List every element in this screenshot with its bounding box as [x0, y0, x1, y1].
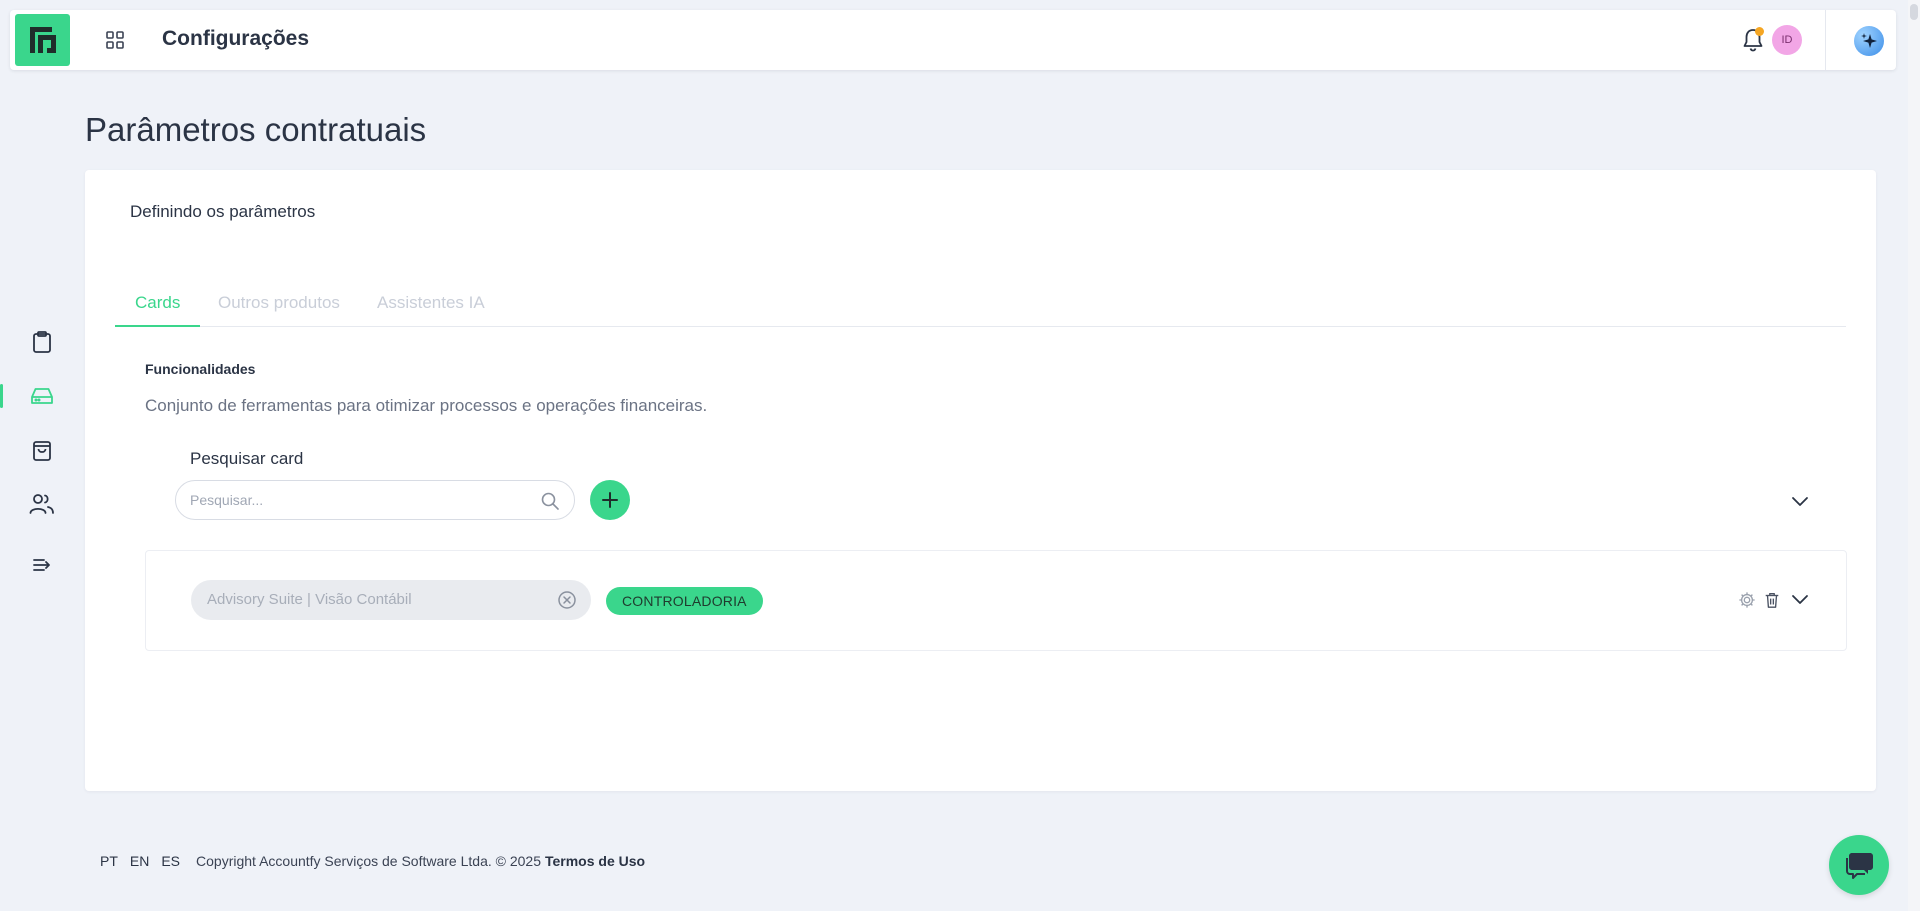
grid-icon [106, 31, 124, 49]
users-icon [29, 494, 54, 514]
sparkle-icon [1861, 33, 1877, 48]
clear-icon[interactable] [557, 590, 577, 610]
add-card-button[interactable] [590, 480, 630, 520]
section-label: Funcionalidades [145, 361, 256, 377]
search-icon[interactable] [540, 491, 560, 511]
plus-icon [602, 492, 618, 508]
sidebar-active-indicator [0, 384, 3, 408]
scrollbar[interactable] [1908, 0, 1920, 911]
search-label: Pesquisar card [190, 449, 304, 468]
sidebar-item-products[interactable] [24, 432, 60, 468]
logo-icon [29, 27, 56, 53]
terms-link[interactable]: Termos de Uso [545, 853, 645, 869]
top-bar: Configurações ID [10, 10, 1896, 70]
search-input[interactable] [190, 490, 520, 510]
search-field[interactable] [175, 480, 575, 520]
expand-menu-icon [33, 559, 50, 571]
card-name-field[interactable]: Advisory Suite | Visão Contábil [191, 580, 591, 620]
apps-grid-button[interactable] [104, 29, 126, 51]
sidebar-item-parameters[interactable] [24, 378, 60, 414]
category-tag: CONTROLADORIA [606, 587, 763, 615]
card-name: Advisory Suite | Visão Contábil [207, 591, 412, 608]
gear-icon[interactable] [1738, 591, 1756, 609]
language-pt[interactable]: PT [100, 853, 118, 869]
app-section-title: Configurações [162, 27, 310, 50]
chevron-down-icon[interactable] [1789, 490, 1811, 512]
clipboard-icon [33, 331, 51, 353]
shopping-bag-icon [33, 441, 51, 461]
page-title: Parâmetros contratuais [85, 111, 427, 148]
sidebar-item-contracts[interactable] [24, 324, 60, 360]
tab-outros-produtos[interactable]: Outros produtos [198, 285, 360, 327]
footer: PT EN ES Copyright Accountfy Serviços de… [100, 853, 645, 869]
inbox-icon [31, 388, 53, 404]
list-item: Advisory Suite | Visão Contábil CONTROLA… [145, 550, 1847, 651]
trash-icon[interactable] [1763, 591, 1781, 609]
language-en[interactable]: EN [130, 853, 149, 869]
chat-icon [1846, 853, 1873, 879]
sidebar-item-users[interactable] [24, 486, 60, 522]
language-es[interactable]: ES [161, 853, 180, 869]
chat-support-button[interactable] [1829, 835, 1889, 895]
parameters-card: Definindo os parâmetros Cards Outros pro… [85, 170, 1876, 791]
notification-badge [1755, 27, 1764, 36]
chevron-down-icon[interactable] [1789, 588, 1811, 610]
user-avatar[interactable]: ID [1772, 25, 1802, 55]
divider [1825, 10, 1826, 70]
ai-assistant-button[interactable] [1854, 26, 1884, 56]
tab-assistentes-ia[interactable]: Assistentes IA [357, 285, 505, 327]
copyright-text: Copyright Accountfy Serviços de Software… [196, 853, 541, 869]
notifications-button[interactable] [1740, 27, 1766, 53]
tab-cards[interactable]: Cards [115, 285, 201, 327]
card-subtitle: Definindo os parâmetros [130, 202, 316, 221]
sidebar-expand-button[interactable] [24, 547, 60, 583]
section-description: Conjunto de ferramentas para otimizar pr… [145, 396, 708, 415]
tab-bar: Cards Outros produtos Assistentes IA [115, 285, 1846, 327]
logo[interactable] [15, 14, 70, 66]
